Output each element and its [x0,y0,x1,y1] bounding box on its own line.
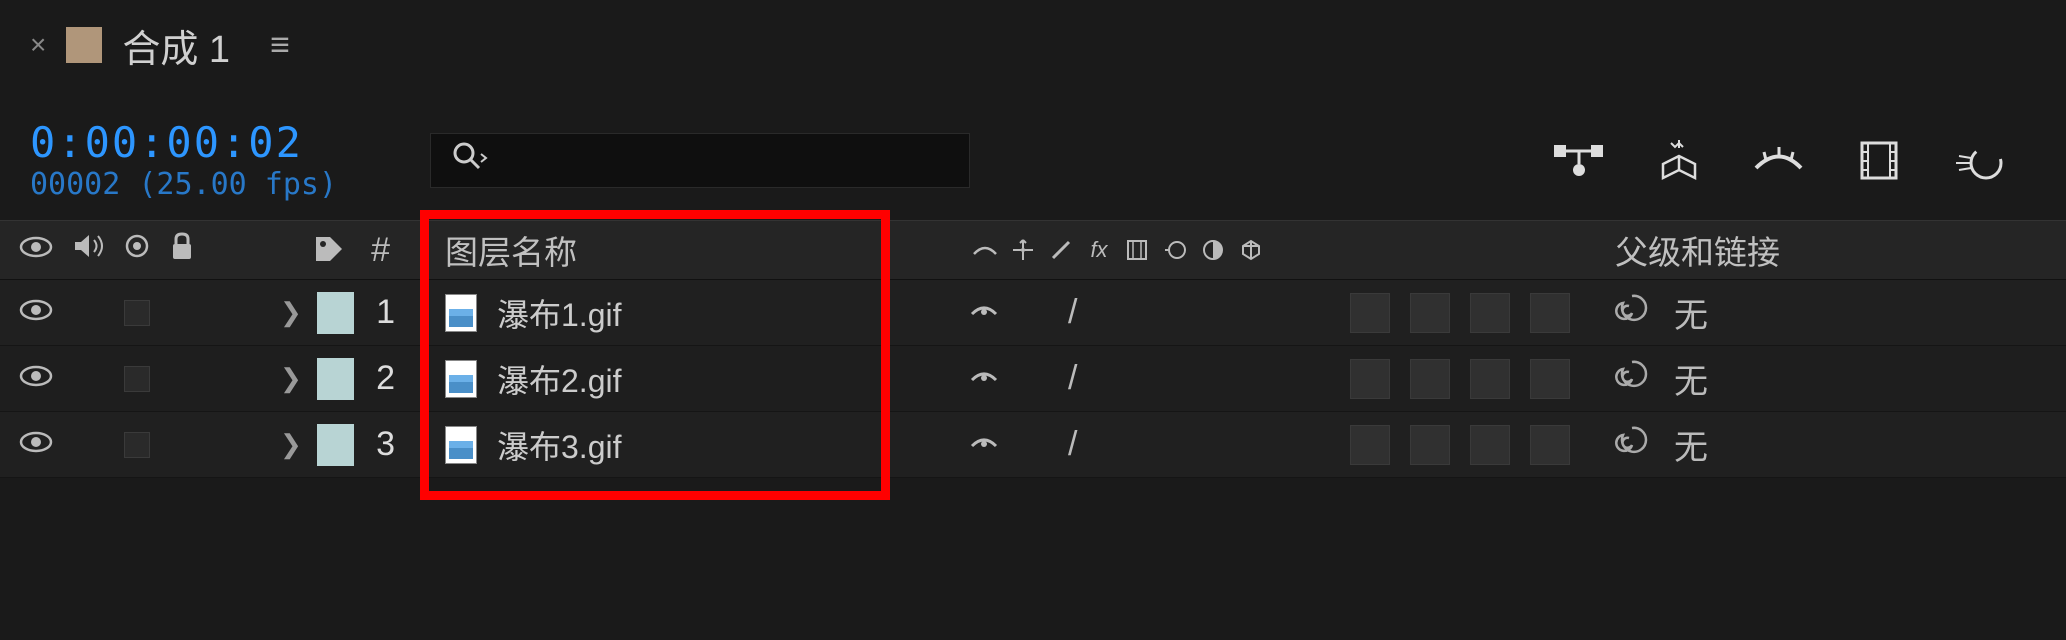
lock-column-icon[interactable] [168,231,196,269]
shy-toggle[interactable] [970,366,998,391]
layer-mode-cell [1310,293,1590,333]
mode-box[interactable] [1470,359,1510,399]
visibility-eye-icon[interactable] [18,364,54,393]
shy-layers-icon[interactable] [1751,133,1806,188]
solo-column-icon[interactable] [124,233,150,267]
solo-toggle[interactable] [124,366,150,392]
timeline-toolbar [1551,133,2006,188]
parent-value[interactable]: 无 [1674,420,1708,469]
collapse-switch-icon[interactable] [1008,235,1038,265]
speaker-column-icon[interactable] [72,232,106,268]
index-column-header[interactable]: # [371,231,390,270]
layer-index: 2 [369,359,395,398]
gif-file-icon [445,426,477,464]
parent-column-header[interactable]: 父级和链接 [1590,226,2066,274]
shy-toggle[interactable] [970,432,998,457]
layer-name-text: 瀑布1.gif [497,290,622,336]
mode-box[interactable] [1410,359,1450,399]
layer-search-input[interactable] [430,133,970,188]
fx-switch-icon[interactable]: fx [1084,235,1114,265]
draft-3d-icon[interactable] [1651,133,1706,188]
parent-cell: 无 [1590,420,2066,469]
close-tab-icon[interactable]: × [30,29,46,61]
layer-name-text: 瀑布2.gif [497,356,622,402]
frame-rate-info: 00002 (25.00 fps) [30,167,420,202]
layer-name-cell[interactable]: 瀑布2.gif [420,356,940,402]
timeline-panel-header: × 合成 1 ≡ [0,0,2066,100]
parent-cell: 无 [1590,288,2066,337]
av-toggle-header [0,231,280,269]
frame-blend-icon[interactable] [1851,133,1906,188]
layer-label-color[interactable] [317,424,354,466]
mode-box[interactable] [1530,359,1570,399]
layer-mode-cell [1310,425,1590,465]
layer-name-cell[interactable]: 瀑布1.gif [420,290,940,336]
quality-slash[interactable]: / [1068,293,1077,332]
pickwhip-icon[interactable] [1615,357,1649,400]
solo-toggle[interactable] [124,300,150,326]
mode-box[interactable] [1410,425,1450,465]
pickwhip-icon[interactable] [1615,291,1649,334]
layer-switches: / [940,425,1310,464]
layer-switches: / [940,359,1310,398]
comp-name[interactable]: 合成 1 [122,18,230,73]
layer-label-color[interactable] [317,358,354,400]
mode-box[interactable] [1350,359,1390,399]
layer-name-column-header[interactable]: 图层名称 [420,226,940,274]
mode-box[interactable] [1410,293,1450,333]
time-block: 0:00:00:02 00002 (25.00 fps) [30,118,420,202]
comp-flowchart-icon[interactable] [1551,133,1606,188]
gif-file-icon [445,360,477,398]
search-icon [451,140,491,180]
motion-blur-switch-icon[interactable] [1160,235,1190,265]
mode-box[interactable] [1470,293,1510,333]
layer-row[interactable]: ❯ 3 瀑布3.gif / 无 [0,412,2066,478]
mode-box[interactable] [1530,293,1570,333]
eye-column-icon[interactable] [18,233,54,267]
layer-index: 1 [369,293,395,332]
frame-blend-switch-icon[interactable] [1122,235,1152,265]
quality-slash[interactable]: / [1068,359,1077,398]
solo-toggle[interactable] [124,432,150,458]
label-column-icon[interactable] [312,233,346,267]
gif-file-icon [445,294,477,332]
time-search-row: 0:00:00:02 00002 (25.00 fps) [0,100,2066,220]
mode-box[interactable] [1350,425,1390,465]
expand-arrow-icon[interactable]: ❯ [280,429,302,460]
mode-box[interactable] [1350,293,1390,333]
layers-list: ❯ 1 瀑布1.gif / 无 [0,280,2066,478]
layer-label-color[interactable] [317,292,354,334]
label-index-header: # [280,231,420,270]
parent-value[interactable]: 无 [1674,354,1708,403]
panel-menu-icon[interactable]: ≡ [270,26,290,65]
current-timecode[interactable]: 0:00:00:02 [30,118,420,167]
layer-name-cell[interactable]: 瀑布3.gif [420,422,940,468]
layer-row[interactable]: ❯ 1 瀑布1.gif / 无 [0,280,2066,346]
shy-toggle[interactable] [970,300,998,325]
3d-switch-icon[interactable] [1236,235,1266,265]
layer-mode-cell [1310,359,1590,399]
mode-box[interactable] [1470,425,1510,465]
shy-switch-icon[interactable] [970,235,1000,265]
expand-arrow-icon[interactable]: ❯ [280,363,302,394]
visibility-eye-icon[interactable] [18,430,54,459]
visibility-eye-icon[interactable] [18,298,54,327]
quality-switch-icon[interactable] [1046,235,1076,265]
layer-row[interactable]: ❯ 2 瀑布2.gif / 无 [0,346,2066,412]
switches-column-header: fx [940,235,1310,265]
pickwhip-icon[interactable] [1615,423,1649,466]
comp-color-swatch [66,27,102,63]
layer-switches: / [940,293,1310,332]
adjustment-switch-icon[interactable] [1198,235,1228,265]
layer-index: 3 [369,425,395,464]
parent-value[interactable]: 无 [1674,288,1708,337]
mode-box[interactable] [1530,425,1570,465]
expand-arrow-icon[interactable]: ❯ [280,297,302,328]
quality-slash[interactable]: / [1068,425,1077,464]
motion-blur-icon[interactable] [1951,133,2006,188]
column-header-row: # 图层名称 fx 父级和链接 [0,220,2066,280]
parent-cell: 无 [1590,354,2066,403]
layer-name-text: 瀑布3.gif [497,422,622,468]
